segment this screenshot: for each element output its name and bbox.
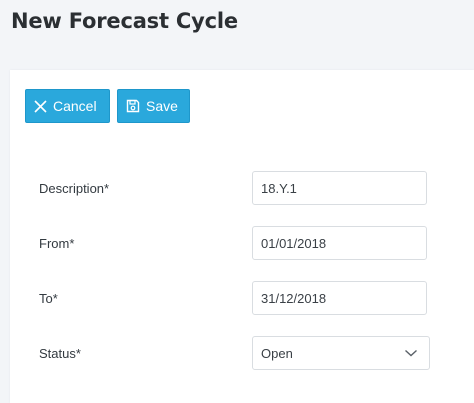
chevron-down-icon[interactable] [404,347,418,362]
status-value: Open [261,345,293,361]
save-button[interactable]: Save [117,89,190,123]
description-field[interactable]: 18.Y.1 [252,171,427,205]
from-date-value: 01/01/2018 [261,235,327,251]
save-icon [126,99,146,113]
cancel-button-label: Cancel [53,98,97,114]
from-label: From* [39,236,75,251]
close-icon [34,99,53,113]
status-select[interactable]: Open [252,336,430,370]
status-label: Status* [39,346,81,361]
form-card: Cancel Save Description* 18.Y.1 From* 01… [10,70,474,403]
description-label: Description* [39,181,110,196]
to-date-value: 31/12/2018 [261,290,327,306]
cancel-button[interactable]: Cancel [25,89,110,123]
from-date-field[interactable]: 01/01/2018 [252,226,427,260]
save-button-label: Save [146,98,178,114]
to-date-field[interactable]: 31/12/2018 [252,281,427,315]
to-label: To* [39,291,58,306]
page-title: New Forecast Cycle [11,9,238,33]
description-value: 18.Y.1 [261,180,297,196]
